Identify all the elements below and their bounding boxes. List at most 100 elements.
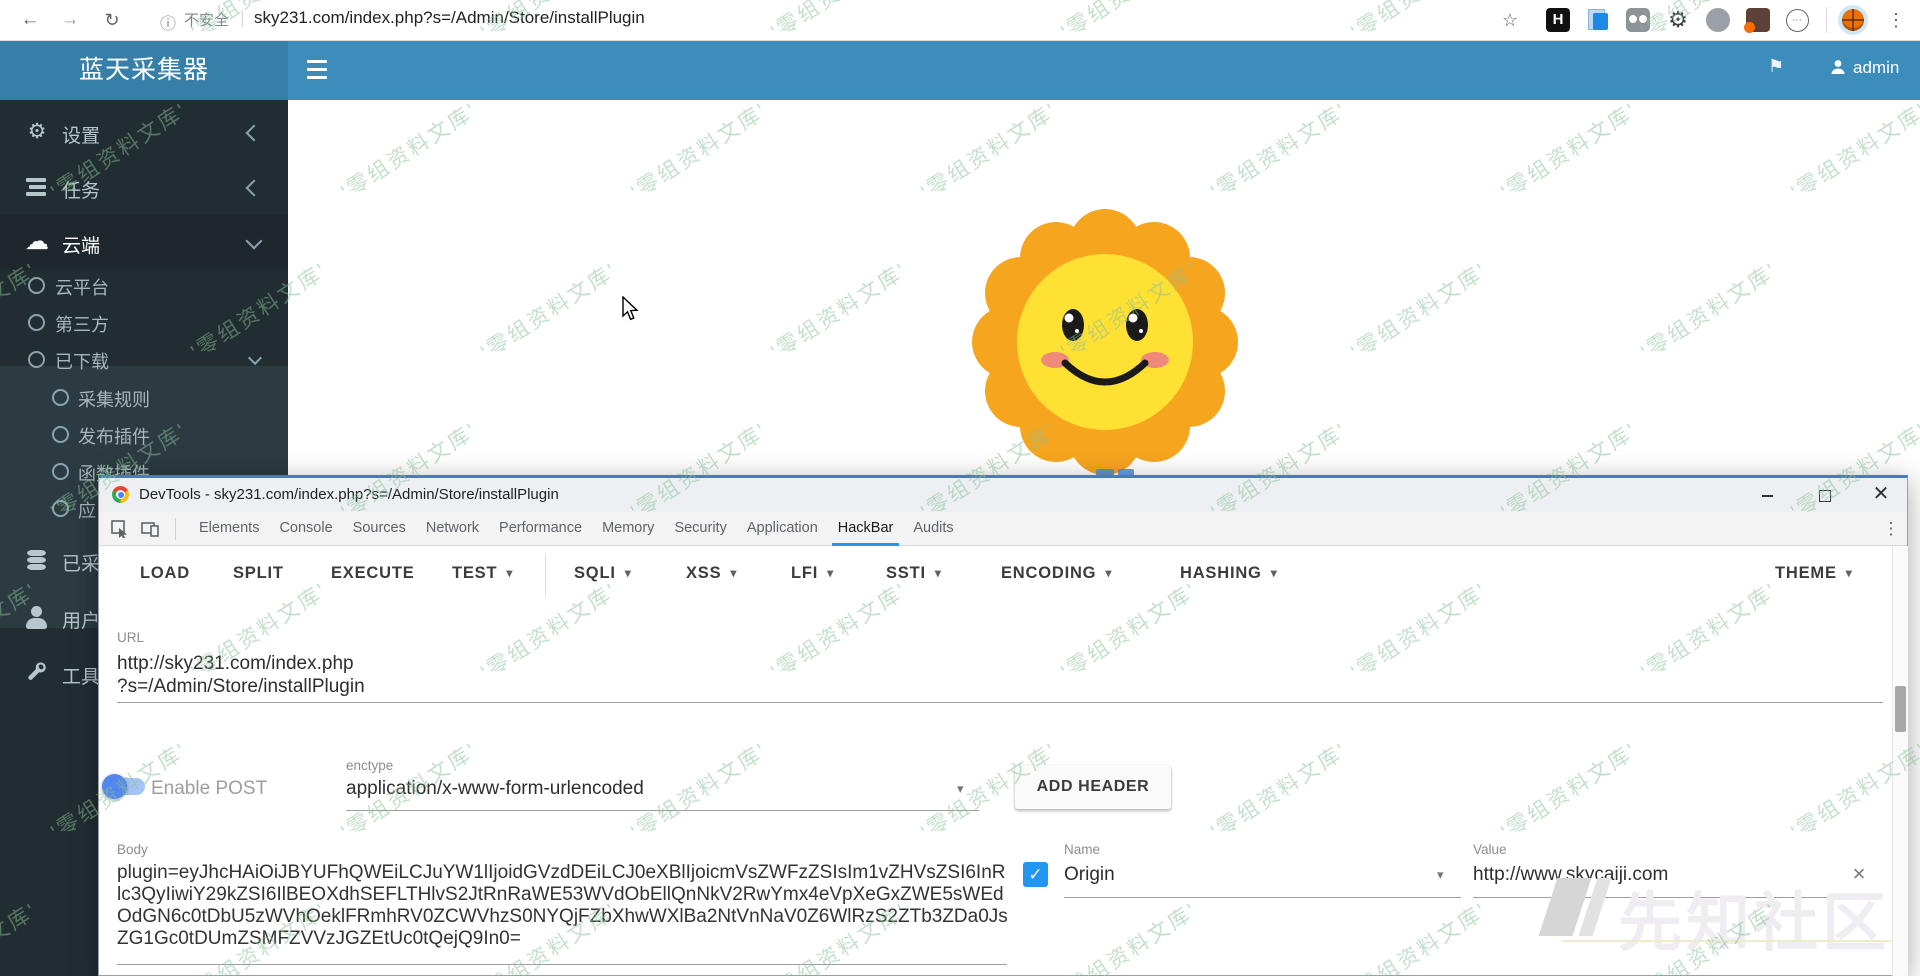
test-menu[interactable]: TEST▾ — [452, 564, 513, 583]
hackbar-toolbar: LOAD SPLIT EXECUTE TEST▾ SQLI▾ XSS▾ LFI▾… — [99, 546, 1894, 606]
reload-icon[interactable]: ↻ — [98, 6, 126, 34]
minimize-button[interactable] — [1747, 478, 1787, 511]
sidebar-toggle-icon[interactable] — [300, 57, 334, 83]
body-field-input[interactable]: plugin=eyJhcHAiOiJBYUFhQWEiLCJuYW1lIjoid… — [117, 862, 1009, 950]
hashing-menu[interactable]: HASHING▾ — [1180, 564, 1278, 583]
tab-sources[interactable]: Sources — [343, 512, 416, 546]
toolbar-divider — [545, 554, 546, 596]
close-button[interactable]: ✕ — [1861, 478, 1901, 511]
sidebar-item-tasks[interactable]: 任务 — [0, 160, 288, 215]
dropdown-caret-icon: ▾ — [506, 566, 513, 580]
inspect-element-icon[interactable] — [111, 520, 129, 538]
lfi-menu[interactable]: LFI▾ — [791, 564, 834, 583]
enable-post-toggle[interactable] — [105, 778, 145, 795]
app-header: 蓝天采集器 ⚑ admin — [0, 40, 1920, 100]
devtools-window: DevTools - sky231.com/index.php?s=/Admin… — [98, 475, 1908, 976]
body-field-label: Body — [117, 842, 148, 857]
browser-menu-icon[interactable]: ⋮ — [1884, 6, 1908, 34]
circle-icon — [52, 463, 69, 480]
sidebar-item-cloud-platform[interactable]: 云平台 — [0, 267, 288, 304]
devtools-menu-icon[interactable]: ⋮ — [1881, 517, 1901, 541]
profile-avatar[interactable] — [1838, 5, 1868, 35]
header-enabled-checkbox[interactable]: ✓ — [1023, 862, 1048, 887]
dropdown-caret-icon: ▾ — [1437, 867, 1444, 883]
tab-application[interactable]: Application — [737, 512, 828, 546]
gear-icon: ⚙ — [24, 119, 50, 145]
info-icon[interactable]: ⓘ — [160, 10, 176, 34]
flag-icon[interactable]: ⚑ — [1768, 56, 1784, 77]
sidebar-item-collect-rules[interactable]: 采集规则 — [0, 379, 288, 416]
chevron-down-icon — [246, 233, 263, 250]
chevron-down-icon — [248, 351, 262, 365]
user-menu[interactable]: admin — [1830, 58, 1899, 78]
chevron-left-icon — [246, 125, 263, 142]
tab-memory[interactable]: Memory — [592, 512, 664, 546]
sidebar-item-cloud[interactable]: ☁ 云端 — [0, 215, 288, 270]
theme-menu[interactable]: THEME▾ — [1775, 564, 1853, 583]
split-button[interactable]: SPLIT — [233, 564, 284, 583]
sidebar-item-downloaded[interactable]: 已下载 — [0, 341, 288, 378]
forward-icon[interactable]: → — [56, 6, 84, 34]
dropdown-caret-icon: ▾ — [730, 566, 737, 580]
header-value-underline — [1473, 897, 1837, 898]
dropdown-caret-icon: ▾ — [957, 781, 964, 797]
devtools-title: DevTools - sky231.com/index.php?s=/Admin… — [139, 486, 559, 503]
url-field-input[interactable]: http://sky231.com/index.php ?s=/Admin/St… — [117, 652, 365, 698]
tab-audits[interactable]: Audits — [903, 512, 963, 546]
header-name-select[interactable]: Origin — [1064, 864, 1115, 886]
add-header-button[interactable]: ADD HEADER — [1015, 765, 1171, 809]
tab-security[interactable]: Security — [664, 512, 736, 546]
dropdown-caret-icon: ▾ — [1846, 566, 1853, 580]
circle-icon — [28, 314, 45, 331]
bookmark-star-icon[interactable]: ☆ — [1496, 6, 1524, 34]
devtools-titlebar[interactable]: DevTools - sky231.com/index.php?s=/Admin… — [99, 478, 1907, 512]
header-name-underline — [1064, 897, 1461, 898]
circle-extension-icon[interactable] — [1706, 8, 1730, 32]
circle-icon — [52, 500, 69, 517]
ssti-menu[interactable]: SSTI▾ — [886, 564, 942, 583]
binoculars-extension-icon[interactable] — [1626, 8, 1650, 32]
back-icon[interactable]: ← — [16, 6, 44, 34]
device-toolbar-icon[interactable] — [141, 520, 159, 538]
devtools-scrollbar[interactable] — [1892, 546, 1908, 976]
pages-extension-icon[interactable] — [1586, 8, 1610, 32]
delete-header-icon[interactable]: × — [1847, 861, 1871, 887]
tasks-icon — [24, 174, 50, 200]
mouse-cursor — [622, 296, 640, 322]
sidebar-item-settings[interactable]: ⚙ 设置 — [0, 105, 288, 160]
sidebar-item-release-plugins[interactable]: 发布插件 — [0, 416, 288, 453]
url-text[interactable]: sky231.com/index.php?s=/Admin/Store/inst… — [254, 8, 645, 28]
screen: ← → ↻ ⓘ 不安全 | sky231.com/index.php?s=/Ad… — [0, 0, 1920, 976]
person-icon — [1830, 59, 1846, 75]
maximize-button[interactable] — [1805, 478, 1845, 511]
basketball-avatar-icon — [1842, 9, 1864, 31]
sidebar-item-third-party[interactable]: 第三方 — [0, 304, 288, 341]
execute-button[interactable]: EXECUTE — [331, 564, 415, 583]
circle-icon — [28, 351, 45, 368]
tab-elements[interactable]: Elements — [189, 512, 269, 546]
url-field-underline — [117, 702, 1883, 703]
encoding-menu[interactable]: ENCODING▾ — [1001, 564, 1112, 583]
load-button[interactable]: LOAD — [140, 564, 190, 583]
hackbar-extension-icon[interactable]: H — [1546, 8, 1570, 32]
enctype-select[interactable]: application/x-www-form-urlencoded — [346, 778, 644, 800]
tab-hackbar[interactable]: HackBar — [828, 512, 904, 546]
tab-network[interactable]: Network — [416, 512, 489, 546]
app-logo[interactable]: 蓝天采集器 — [0, 40, 288, 100]
brackets-extension-icon[interactable]: ⋯ — [1786, 9, 1809, 32]
tab-performance[interactable]: Performance — [489, 512, 592, 546]
toolbar-divider — [1826, 7, 1827, 33]
door-extension-icon[interactable] — [1746, 8, 1770, 32]
circle-icon — [52, 426, 69, 443]
cloud-icon: ☁ — [24, 229, 50, 255]
gear-extension-icon[interactable]: ⚙ — [1666, 8, 1690, 32]
sqli-menu[interactable]: SQLI▾ — [574, 564, 632, 583]
sunflower-image — [970, 205, 1240, 475]
xss-menu[interactable]: XSS▾ — [686, 564, 737, 583]
enctype-underline — [346, 810, 979, 811]
header-value-input[interactable]: http://www.skycaiji.com — [1473, 864, 1668, 886]
tab-console[interactable]: Console — [269, 512, 342, 546]
header-value-label: Value — [1473, 842, 1507, 857]
scrollbar-thumb[interactable] — [1895, 686, 1906, 732]
circle-icon — [52, 389, 69, 406]
